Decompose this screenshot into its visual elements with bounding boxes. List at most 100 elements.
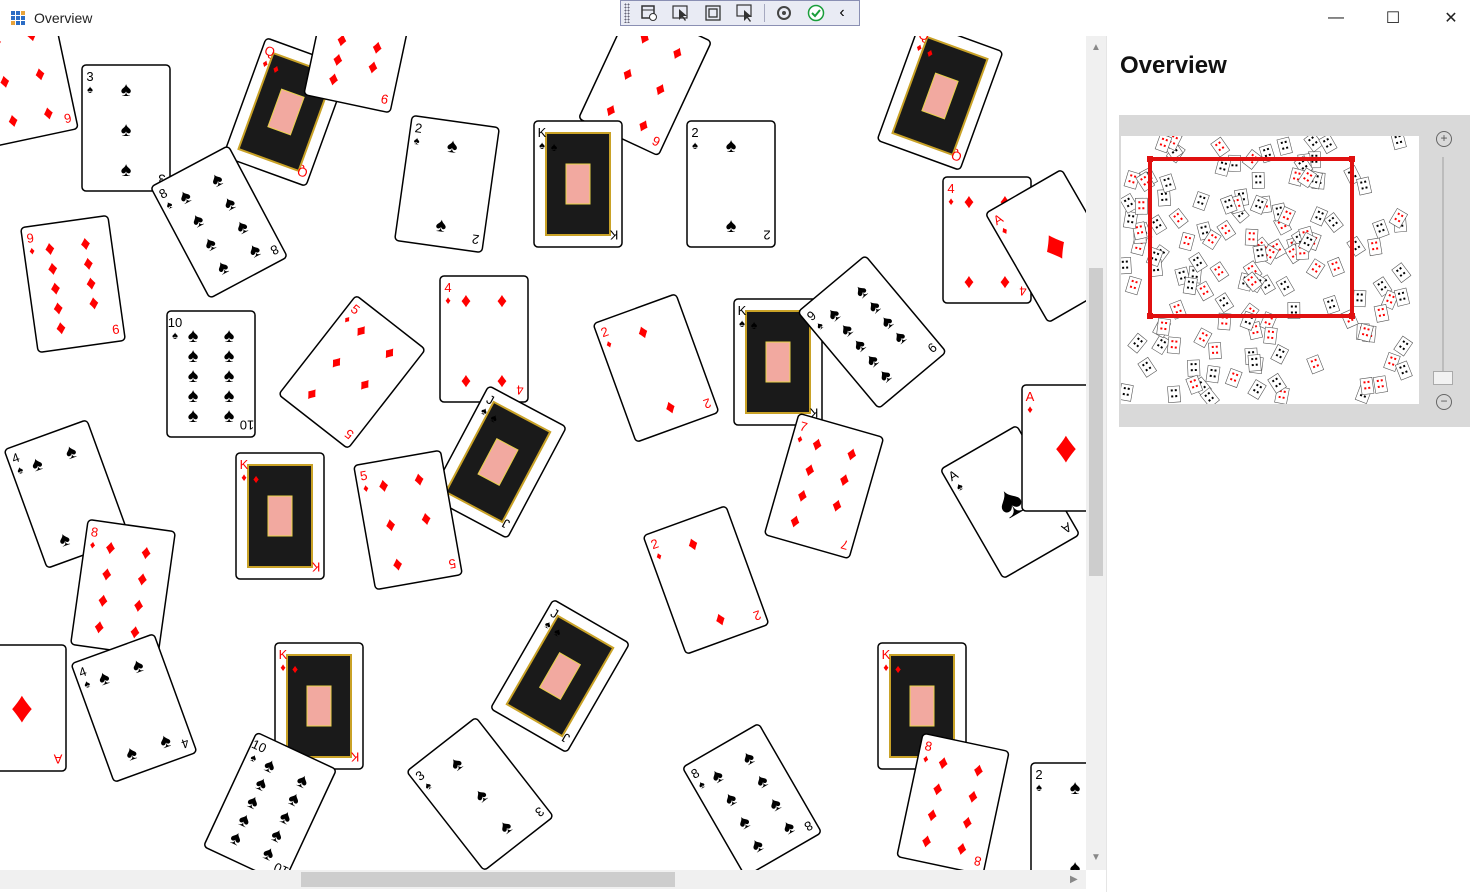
card-face — [593, 294, 719, 442]
debug-toolbar: ‹ — [620, 0, 860, 26]
card-suit-icon: ♦ — [895, 662, 901, 676]
card-suit-icon: ♦ — [1027, 404, 1033, 416]
playing-card[interactable]: 5♦5♦♦♦♦♦ — [279, 295, 426, 448]
card-pip-icon: ♦ — [497, 290, 507, 312]
overview-card-thumbnail — [1346, 235, 1366, 257]
playing-card[interactable]: A♦A♦ — [1021, 384, 1086, 512]
overview-card-thumbnail — [1167, 385, 1181, 404]
card-rank: K — [538, 125, 547, 140]
court-card-figure — [306, 685, 332, 727]
zoom-out-button[interactable]: − — [1436, 394, 1452, 410]
card-pip-icon: ♠ — [121, 79, 132, 101]
card-pip-icon: ♠ — [726, 135, 737, 157]
status-ok-button[interactable] — [803, 2, 829, 24]
overview-card-thumbnail — [1303, 136, 1324, 153]
overview-card-thumbnail — [1275, 275, 1295, 297]
playing-card[interactable]: 2♠2♠♠ — [686, 120, 776, 248]
card-face — [279, 296, 425, 448]
card-pip-icon: ♠ — [224, 345, 235, 367]
overview-card-thumbnail — [1187, 359, 1201, 377]
viewport-resize-handle[interactable] — [1147, 156, 1153, 162]
card-pip-icon: ♦ — [964, 271, 974, 293]
select-element-button[interactable] — [668, 2, 694, 24]
playing-card[interactable]: 7♦7♦ ♦♦ ♦♦ ♦♦ — [764, 413, 884, 559]
card-rank: 10 — [168, 315, 182, 330]
card-pip-icon: ♠ — [188, 365, 199, 387]
overview-card-thumbnail — [1182, 276, 1198, 296]
overview-card-thumbnail — [1318, 136, 1338, 155]
card-pip-icon: ♠ — [188, 385, 199, 407]
playing-card[interactable]: 2♦2♦♦ — [593, 294, 719, 442]
close-button[interactable]: ✕ — [1422, 0, 1480, 36]
card-rank: 3 — [86, 69, 93, 84]
playing-card[interactable]: 4♦4♦♦♦♦ — [439, 275, 529, 403]
card-pip-icon: ♠ — [188, 325, 199, 347]
playing-card[interactable]: Q♦Q♦ — [877, 36, 1003, 170]
maximize-button[interactable]: ☐ — [1364, 0, 1422, 36]
playing-card[interactable]: 6♦6♦♦♦♦♦♦ — [0, 36, 79, 147]
overview-card-thumbnail — [1359, 377, 1375, 396]
zoom-in-button[interactable]: + — [1436, 131, 1452, 147]
card-suit-icon: ♠ — [751, 318, 758, 332]
card-rank: 10 — [240, 417, 254, 432]
minimize-button[interactable]: — — [1307, 0, 1365, 36]
viewport-resize-handle[interactable] — [1349, 156, 1355, 162]
overview-card-thumbnail — [1391, 262, 1412, 284]
track-focused-element-button[interactable] — [732, 2, 758, 24]
card-pip-icon: ♠ — [1070, 777, 1081, 799]
scroll-right-icon[interactable]: ▶ — [1070, 874, 1078, 885]
playing-card[interactable]: 8♠8♠♠♠♠♠♠♠♠ — [682, 723, 821, 870]
court-card-figure — [565, 163, 591, 205]
playing-card[interactable]: 9♦9♦♦♦♦♦♦♦♦♦ — [20, 215, 126, 353]
card-pip-icon: ♠ — [188, 405, 199, 427]
overview-card-thumbnail — [1393, 335, 1414, 357]
overview-card-thumbnail — [1205, 365, 1221, 384]
overview-card-thumbnail — [1125, 275, 1142, 296]
playing-card[interactable]: 3♠3♠♠♠ — [407, 717, 554, 870]
overview-map[interactable] — [1121, 136, 1419, 404]
viewport-resize-handle[interactable] — [1147, 313, 1153, 319]
live-visual-tree-button[interactable] — [636, 2, 662, 24]
card-face — [643, 506, 769, 654]
playing-card[interactable]: J♠J♠ — [490, 599, 629, 752]
card-pip-icon: ♦ — [11, 683, 33, 732]
card-suit-icon: ♦ — [445, 295, 451, 307]
playing-card[interactable]: 2♠2♠♠ — [394, 115, 500, 253]
collapse-toolbar-button[interactable]: ‹ — [835, 2, 849, 24]
window-title: Overview — [34, 10, 93, 26]
zoom-slider-thumb[interactable] — [1433, 371, 1453, 385]
scroll-up-icon[interactable]: ▲ — [1091, 42, 1101, 53]
playing-card[interactable]: 2♠2♠♠ — [1030, 762, 1086, 870]
playing-card[interactable]: 8♦8♦♦♦♦♦♦♦♦ — [70, 519, 176, 657]
card-rank: A — [53, 751, 62, 766]
hot-reload-button[interactable] — [771, 2, 797, 24]
overview-card-thumbnail — [1127, 332, 1148, 354]
playing-card[interactable]: A♦A♦ — [0, 644, 67, 772]
card-suit-icon: ♦ — [883, 662, 889, 674]
playing-card[interactable]: 10♠10♠♠♠♠♠♠♠♠♠♠ — [166, 310, 256, 438]
playing-card[interactable]: K♠K♠ — [533, 120, 623, 248]
card-rank: K — [350, 749, 359, 764]
zoom-slider-track[interactable] — [1442, 157, 1444, 375]
card-pip-icon: ♦ — [964, 191, 974, 213]
playing-card[interactable]: 4♠4♠♠♠♠ — [71, 634, 197, 782]
hot-reload-icon — [777, 6, 791, 20]
display-layout-adorners-button[interactable] — [700, 2, 726, 24]
vertical-scroll-thumb[interactable] — [1089, 268, 1103, 576]
playing-card[interactable]: K♦K♦ — [235, 452, 325, 580]
card-suit-icon: ♠ — [87, 84, 93, 96]
playing-card[interactable]: 3♠3♠♠♠ — [81, 64, 171, 192]
card-canvas[interactable]: 6♦6♦♦♦♦♦♦3♠3♠♠♠Q♦Q♦9♦9♦♦♦♦♦♦♦♦♦6♦6♦♦♦♦♦♦… — [0, 36, 1086, 870]
scroll-down-icon[interactable]: ▼ — [1091, 852, 1101, 863]
card-pip-icon: ♠ — [224, 385, 235, 407]
overview-card-thumbnail — [1263, 326, 1278, 345]
card-pip-icon: ♠ — [726, 215, 737, 237]
overview-card-thumbnail — [1137, 356, 1158, 378]
overview-card-thumbnail — [1121, 383, 1134, 402]
playing-card[interactable]: 2♦2♦♦ — [643, 506, 769, 654]
viewport-resize-handle[interactable] — [1349, 313, 1355, 319]
card-rank: K — [311, 559, 320, 574]
app-icon — [11, 11, 25, 25]
toolbar-grip-icon[interactable] — [624, 3, 630, 23]
horizontal-scroll-thumb[interactable] — [301, 872, 675, 887]
